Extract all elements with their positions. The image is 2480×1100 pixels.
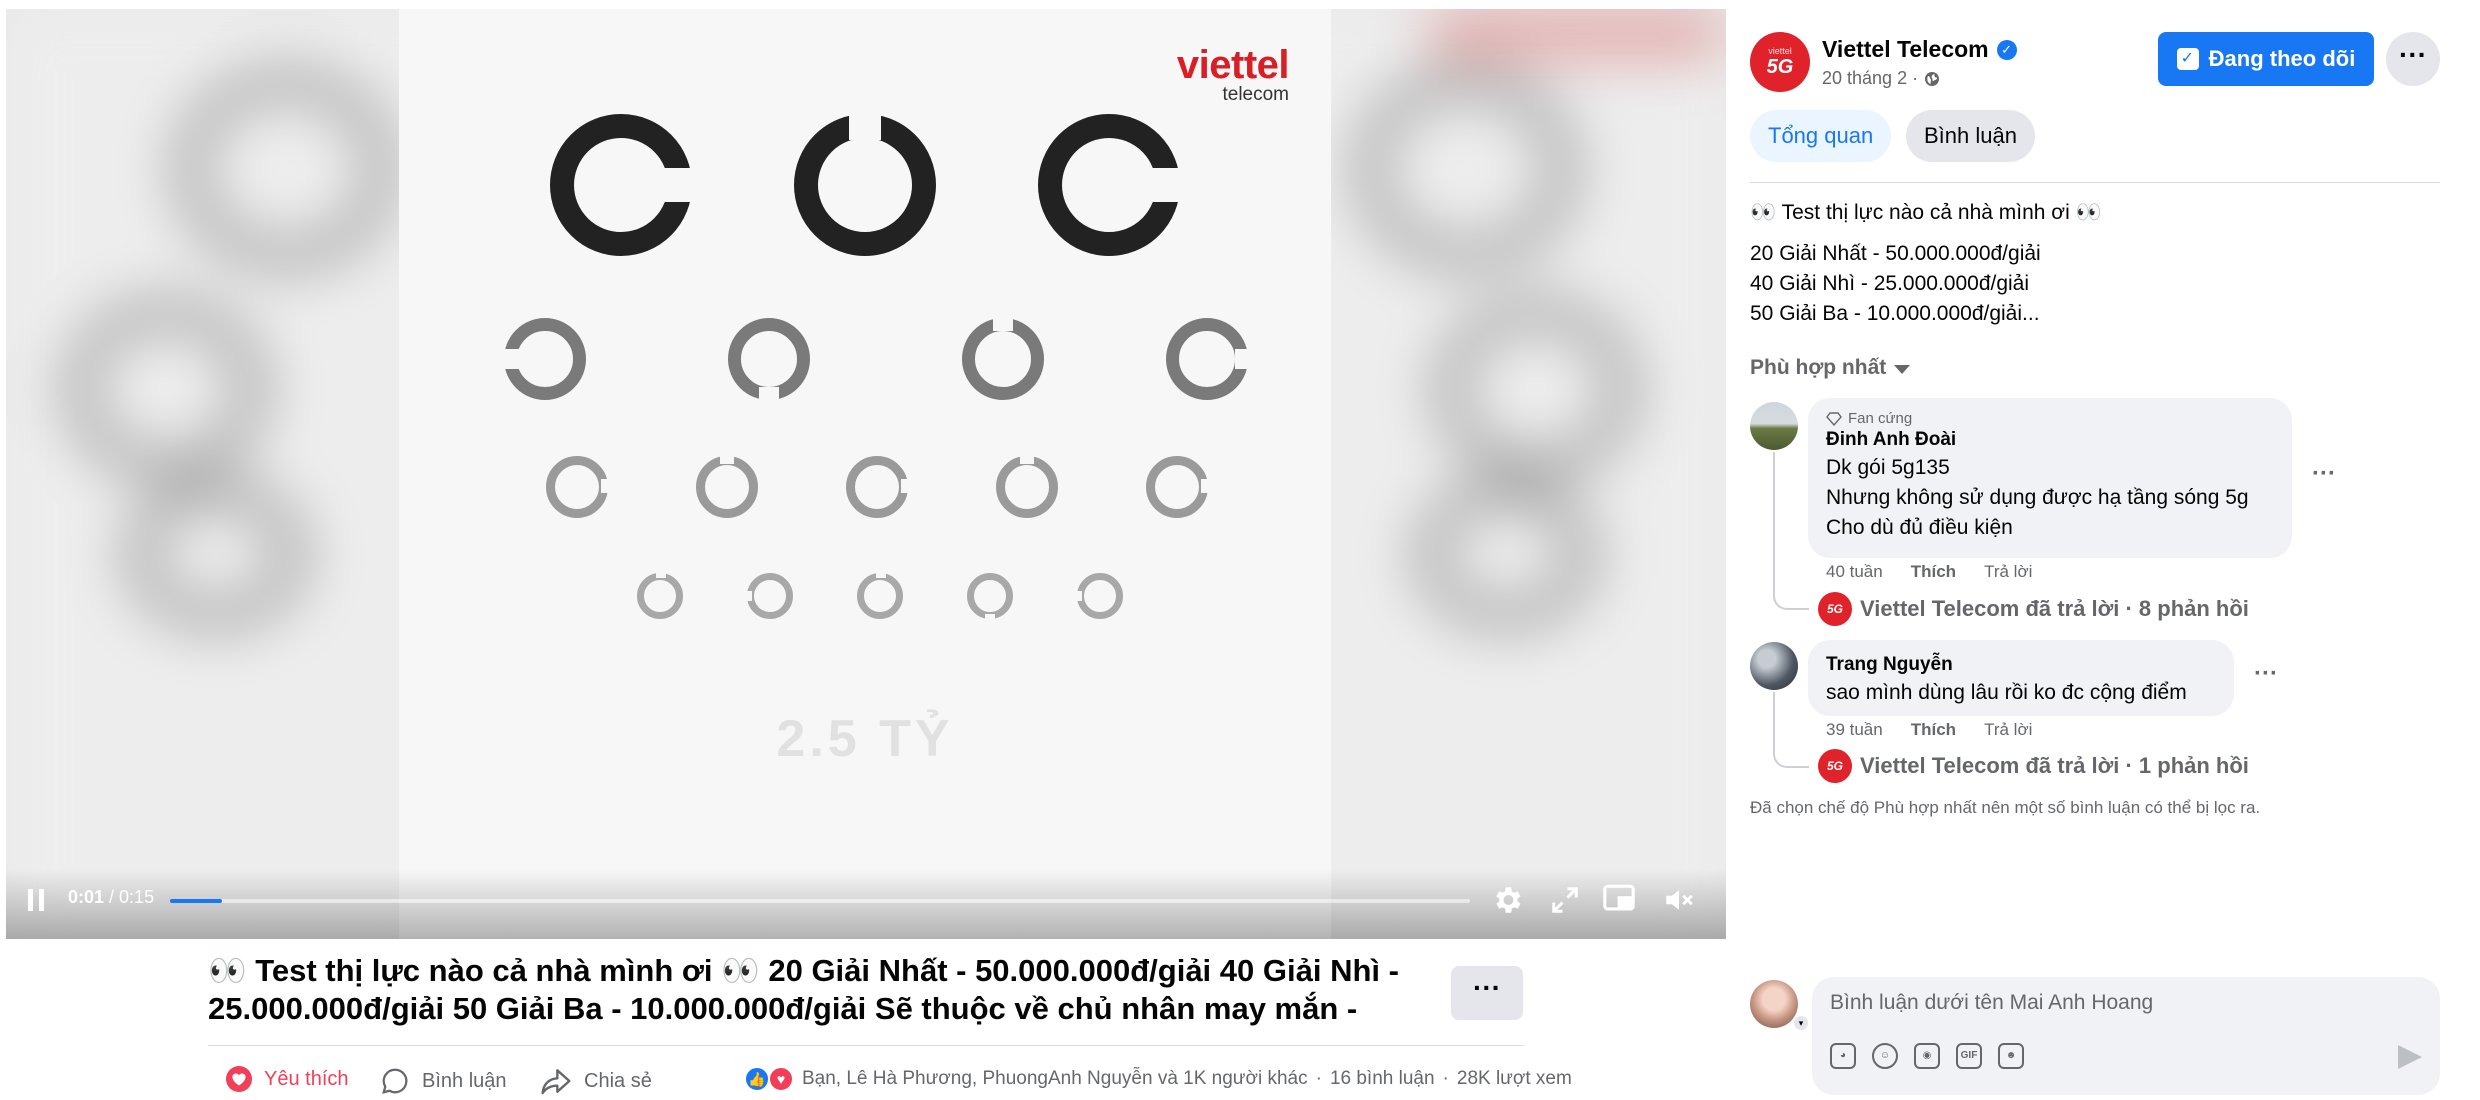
landolt-ring <box>857 573 903 619</box>
chevron-down-icon[interactable]: ▾ <box>1792 1014 1810 1032</box>
page-mini-avatar: 5G <box>1818 749 1852 783</box>
comment-reply-button[interactable]: Trả lời <box>1984 562 2032 582</box>
send-icon[interactable] <box>2398 1045 2422 1069</box>
diamond-icon <box>1826 411 1842 426</box>
post-caption: 👀 Test thị lực nào cả nhà mình ơi 👀 20 G… <box>208 953 1399 1026</box>
landolt-ring <box>996 456 1058 518</box>
comment-author[interactable]: Đinh Anh Đoài <box>1826 427 2274 453</box>
landolt-ring <box>747 573 793 619</box>
commenter-avatar[interactable] <box>1750 402 1798 450</box>
miniplayer-icon[interactable] <box>1602 883 1636 915</box>
post-date[interactable]: 20 tháng 2 · <box>1822 68 1940 89</box>
video-controls: 0:01 / 0:15 <box>6 869 1726 939</box>
comment-meta: 40 tuần Thích Trả lời <box>1826 562 2032 582</box>
heart-icon <box>226 1066 252 1092</box>
globe-icon <box>1925 71 1940 86</box>
camera-icon[interactable]: ◉ <box>1914 1043 1940 1069</box>
comment-like-button[interactable]: Thích <box>1911 562 1956 582</box>
comment-sort-dropdown[interactable]: Phù hợp nhất <box>1750 356 1911 380</box>
post-more-button[interactable]: ··· <box>1451 966 1523 1020</box>
comment-label: Bình luận <box>422 1069 507 1092</box>
divider <box>208 1045 1524 1046</box>
sticker-icon[interactable]: ☻ <box>1998 1043 2024 1069</box>
comment-reply-button[interactable]: Trả lời <box>1984 720 2032 740</box>
comment-icon <box>382 1068 408 1094</box>
comment-text: Nhưng không sử dụng được hạ tầng sóng 5g <box>1826 486 2249 509</box>
faded-prize-text: 2.5 TỶ <box>776 710 954 768</box>
pause-icon[interactable] <box>28 889 46 911</box>
filter-note: Đã chọn chế độ Phù hợp nhất nên một số b… <box>1750 798 2261 817</box>
comment-composer[interactable]: Bình luận dưới tên Mai Anh Hoang ◕ ☺ ◉ G… <box>1812 977 2440 1095</box>
following-button[interactable]: Đang theo dõi <box>2158 32 2374 86</box>
comment-like-button[interactable]: Thích <box>1911 720 1956 740</box>
dropdown-caret-icon <box>1894 365 1911 374</box>
like-label: Yêu thích <box>264 1067 349 1090</box>
viettel-logo: viettel telecom <box>1176 43 1290 105</box>
tab-overview[interactable]: Tổng quan <box>1750 110 1892 162</box>
comment-age[interactable]: 40 tuần <box>1826 562 1883 582</box>
reaction-summary[interactable]: 👍 ♥ Bạn, Lê Hà Phương, PhuongAnh Nguyễn … <box>744 1066 1572 1092</box>
emoji-icon[interactable]: ☺ <box>1872 1043 1898 1069</box>
view-count: 28K lượt xem <box>1456 1068 1572 1089</box>
share-label: Chia sẻ <box>584 1069 652 1092</box>
comments-count[interactable]: 16 bình luận <box>1330 1068 1435 1090</box>
divider <box>1750 182 2440 183</box>
reactors-text[interactable]: Bạn, Lê Hà Phương, PhuongAnh Nguyễn và 1… <box>802 1068 1308 1090</box>
comment-text: sao mình dùng lâu rồi ko đc cộng điểm <box>1826 681 2187 704</box>
video-player[interactable]: viettel telecom 2.5 TỶ 0:01 / 0:15 <box>6 9 1726 939</box>
landolt-ring <box>546 456 608 518</box>
comment-more-button[interactable]: ··· <box>2254 660 2278 688</box>
gear-icon[interactable] <box>1490 883 1524 917</box>
share-icon <box>541 1069 571 1095</box>
gif-icon[interactable]: GIF <box>1956 1043 1982 1069</box>
landolt-ring <box>1077 573 1123 619</box>
landolt-ring <box>696 456 758 518</box>
avatar-sticker-icon[interactable]: ◕ <box>1830 1043 1856 1069</box>
page-avatar[interactable]: viettel 5G <box>1750 32 1810 92</box>
comment-bubble: Fan cứng Đinh Anh Đoài Dk gói 5g135 Nhưn… <box>1808 398 2292 558</box>
fullscreen-icon[interactable] <box>1550 885 1580 915</box>
fan-badge: Fan cứng <box>1826 410 2274 427</box>
reply-thread-line <box>1773 452 1809 610</box>
view-replies-link[interactable]: 5G Viettel Telecom đã trả lời · 1 phản h… <box>1818 749 2249 783</box>
post-side-panel: viettel 5G Viettel Telecom ✓ 20 tháng 2 … <box>1726 0 2480 1100</box>
page-mini-avatar: 5G <box>1818 592 1852 626</box>
comment-button[interactable]: Bình luận <box>380 1066 507 1096</box>
verified-badge-icon: ✓ <box>1996 39 2017 60</box>
tab-comments[interactable]: Bình luận <box>1906 110 2035 162</box>
video-time: 0:01 / 0:15 <box>68 887 155 907</box>
comment-text: Cho dù đủ điều kiện <box>1826 516 2013 539</box>
comment-meta: 39 tuần Thích Trả lời <box>1826 720 2032 740</box>
post-text: 👀 Test thị lực nào cả nhà mình ơi 👀 20 G… <box>1750 201 2102 325</box>
progress-bar[interactable] <box>170 899 1470 903</box>
love-reaction-icon: ♥ <box>768 1066 794 1092</box>
like-button[interactable]: Yêu thích <box>226 1066 349 1092</box>
landolt-ring <box>846 456 908 518</box>
share-button[interactable]: Chia sẻ <box>540 1066 652 1096</box>
like-reaction-icon: 👍 <box>744 1066 770 1092</box>
comment-age[interactable]: 39 tuần <box>1826 720 1883 740</box>
view-replies-link[interactable]: 5G Viettel Telecom đã trả lời · 8 phản h… <box>1818 592 2249 626</box>
video-frame: viettel telecom 2.5 TỶ <box>399 9 1331 939</box>
commenter-avatar[interactable] <box>1750 642 1798 690</box>
following-check-icon <box>2176 48 2199 70</box>
comment-more-button[interactable]: ··· <box>2312 460 2336 488</box>
page-more-button[interactable]: ··· <box>2386 32 2440 86</box>
landolt-ring <box>1146 456 1208 518</box>
comment-author[interactable]: Trang Nguyễn <box>1826 652 2216 678</box>
volume-muted-icon[interactable] <box>1662 883 1696 917</box>
reply-thread-line <box>1773 692 1809 768</box>
comment-input[interactable]: Bình luận dưới tên Mai Anh Hoang <box>1830 991 2153 1015</box>
landolt-ring <box>967 573 1013 619</box>
comment-bubble: Trang Nguyễn sao mình dùng lâu rồi ko đc… <box>1808 640 2234 716</box>
comment-text: Dk gói 5g135 <box>1826 456 1950 479</box>
landolt-ring <box>637 573 683 619</box>
page-name[interactable]: Viettel Telecom ✓ <box>1822 36 2017 63</box>
current-user-avatar[interactable]: ▾ <box>1750 980 1810 1032</box>
